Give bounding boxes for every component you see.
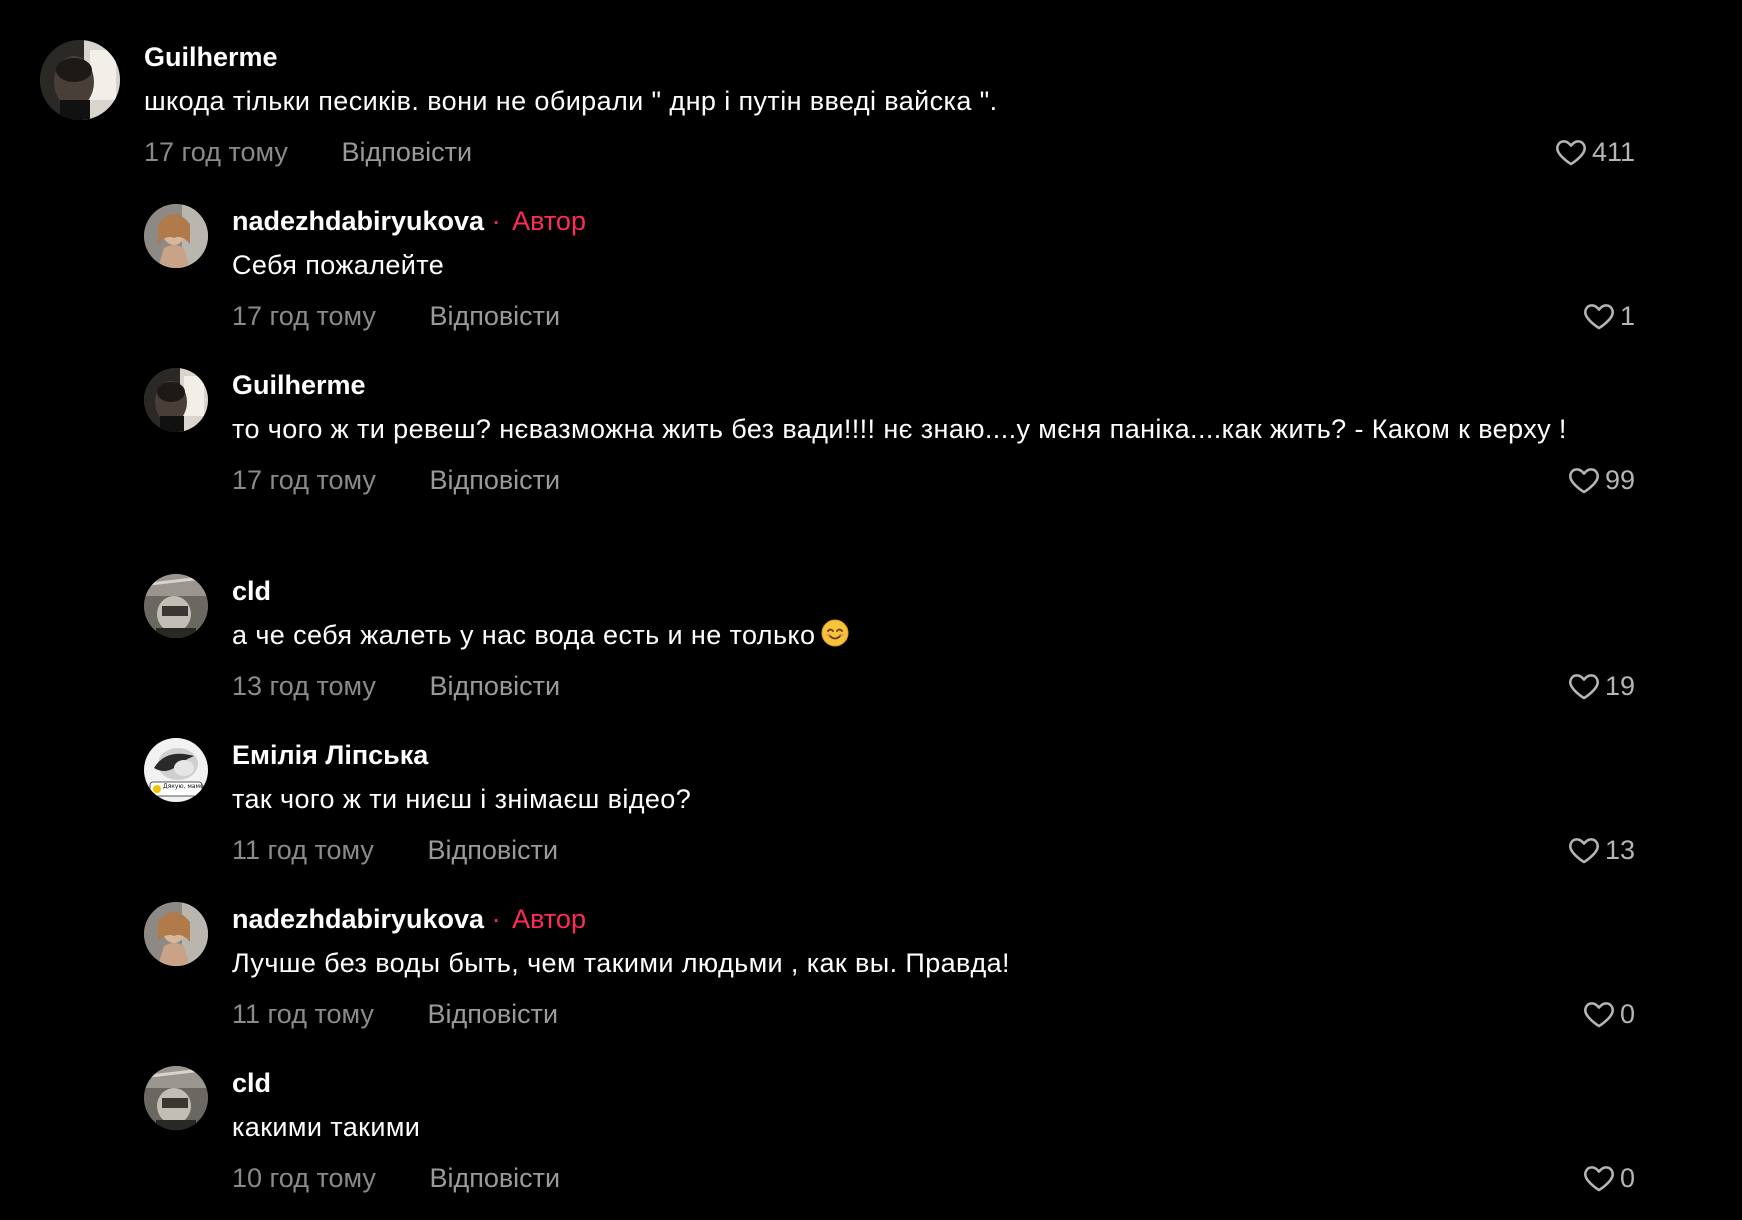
like-button[interactable]: 411 bbox=[1554, 132, 1635, 172]
comment-time: 13 год тому bbox=[232, 671, 376, 701]
comment-username[interactable]: nadezhdabiryukova bbox=[232, 206, 484, 236]
avatar-caption: Дякую, мамо! bbox=[163, 783, 206, 790]
comment-text: так чого ж ти ниєш і знімаєш відео? bbox=[232, 784, 692, 814]
like-count: 0 bbox=[1619, 999, 1635, 1029]
like-button[interactable]: 0 bbox=[1582, 1158, 1635, 1198]
avatar[interactable] bbox=[144, 368, 208, 432]
comment-time: 11 год тому bbox=[232, 835, 374, 865]
reply-button[interactable]: Відповісти bbox=[427, 999, 558, 1029]
author-separator: · bbox=[491, 904, 501, 934]
comment-username[interactable]: nadezhdabiryukova bbox=[232, 904, 484, 934]
comment-text: Лучше без воды быть, чем такими людьми ,… bbox=[232, 948, 1010, 978]
avatar[interactable] bbox=[144, 1066, 208, 1130]
like-button[interactable]: 13 bbox=[1567, 830, 1635, 870]
like-count: 0 bbox=[1619, 1163, 1635, 1193]
heart-icon bbox=[1556, 140, 1586, 166]
avatar-nadezhda-icon bbox=[144, 204, 208, 268]
comment-time: 11 год тому bbox=[232, 999, 374, 1029]
avatar-emilia-icon: Дякую, мамо! bbox=[144, 738, 208, 802]
reply-button[interactable]: Відповісти bbox=[429, 465, 560, 495]
comment-time: 17 год тому bbox=[144, 137, 288, 167]
like-count: 99 bbox=[1604, 465, 1635, 495]
comment-text-body: а че себя жалеть у нас вода есть и не то… bbox=[232, 620, 816, 650]
like-count: 19 bbox=[1604, 671, 1635, 701]
reply-button[interactable]: Відповісти bbox=[429, 1163, 560, 1193]
comment-time: 17 год тому bbox=[232, 301, 376, 331]
comment-text: Себя пожалейте bbox=[232, 250, 445, 280]
comment-text: какими такими bbox=[232, 1112, 421, 1142]
avatar[interactable] bbox=[144, 574, 208, 638]
author-separator: · bbox=[491, 206, 501, 236]
like-count: 13 bbox=[1604, 835, 1635, 865]
comment-time: 17 год тому bbox=[232, 465, 376, 495]
like-count: 1 bbox=[1619, 301, 1635, 331]
avatar[interactable] bbox=[144, 902, 208, 966]
reply-button[interactable]: Відповісти bbox=[429, 301, 560, 331]
comment-username[interactable]: Guilherme bbox=[144, 42, 278, 72]
avatar[interactable] bbox=[144, 204, 208, 268]
reply-button[interactable]: Відповісти bbox=[341, 137, 472, 167]
like-button[interactable]: 1 bbox=[1582, 296, 1635, 336]
comment-text: шкода тільки песиків. вони не обирали " … bbox=[144, 86, 998, 116]
heart-icon bbox=[1569, 468, 1599, 494]
like-count: 411 bbox=[1591, 137, 1635, 167]
avatar-nadezhda-icon bbox=[144, 902, 208, 966]
like-button[interactable]: 0 bbox=[1582, 994, 1635, 1034]
avatar-cld-icon bbox=[144, 1066, 208, 1130]
reply-button[interactable]: Відповісти bbox=[427, 835, 558, 865]
comment-username[interactable]: cld bbox=[232, 1068, 271, 1098]
heart-icon bbox=[1584, 1166, 1614, 1192]
smiling-face-emoji-icon bbox=[821, 619, 849, 647]
author-badge: Автор bbox=[512, 206, 586, 236]
avatar[interactable]: Дякую, мамо! bbox=[144, 738, 208, 802]
comment-username[interactable]: Guilherme bbox=[232, 370, 366, 400]
comment-text: то чого ж ти ревеш? нєвазможна жить без … bbox=[232, 414, 1567, 444]
avatar-cld-icon bbox=[144, 574, 208, 638]
like-button[interactable]: 19 bbox=[1567, 666, 1635, 706]
comment-time: 10 год тому bbox=[232, 1163, 376, 1193]
avatar-guilherme-icon bbox=[40, 40, 120, 120]
heart-icon bbox=[1569, 838, 1599, 864]
heart-icon bbox=[1569, 674, 1599, 700]
like-button[interactable]: 99 bbox=[1567, 460, 1635, 500]
comment-text: а че себя жалеть у нас вода есть и не то… bbox=[232, 614, 1572, 656]
comment-username[interactable]: Емілія Ліпська bbox=[232, 740, 428, 770]
avatar-guilherme-icon bbox=[144, 368, 208, 432]
reply-button[interactable]: Відповісти bbox=[429, 671, 560, 701]
author-badge: Автор bbox=[512, 904, 586, 934]
comment-username[interactable]: cld bbox=[232, 576, 271, 606]
heart-icon bbox=[1584, 1002, 1614, 1028]
avatar[interactable] bbox=[40, 40, 120, 120]
heart-icon bbox=[1584, 304, 1614, 330]
